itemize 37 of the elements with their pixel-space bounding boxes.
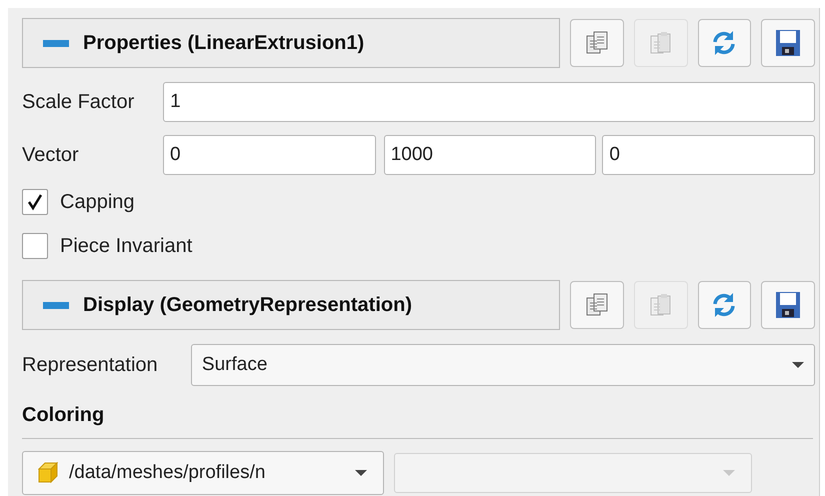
input-field[interactable]: 0	[163, 135, 376, 175]
checkbox-label: Piece Invariant	[60, 234, 192, 259]
section-title: Properties (LinearExtrusion1)	[83, 31, 364, 56]
clipboard-icon	[648, 292, 673, 318]
representation-dropdown[interactable]: Surface	[190, 344, 815, 386]
copy-icon	[584, 292, 610, 318]
caret-icon	[792, 362, 804, 368]
collapse-icon[interactable]	[43, 40, 69, 46]
reload-button[interactable]	[698, 281, 752, 329]
field-label: Representation	[22, 353, 159, 378]
checkbox[interactable]	[22, 233, 48, 259]
collapse-icon[interactable]	[43, 302, 69, 308]
field-label: Vector	[22, 143, 80, 168]
cube-icon	[35, 460, 61, 486]
array-dropdown[interactable]: /data/meshes/profiles/n	[22, 451, 384, 495]
input-field[interactable]: 0	[602, 135, 816, 175]
save-button[interactable]	[761, 281, 816, 329]
field-label: Scale Factor	[22, 90, 136, 115]
input-field[interactable]: 1	[163, 82, 815, 122]
clipboard-icon	[648, 30, 673, 56]
save-icon	[775, 29, 802, 57]
checkbox[interactable]	[22, 189, 48, 215]
section-title: Display (GeometryRepresentation)	[83, 293, 412, 318]
copy-icon	[584, 30, 610, 56]
checkbox-label: Capping	[60, 190, 135, 215]
section-header[interactable]: Display (GeometryRepresentation)	[22, 280, 560, 330]
section-header[interactable]: Properties (LinearExtrusion1)	[22, 18, 560, 68]
caret-icon	[723, 470, 735, 476]
section-heading: Coloring	[22, 403, 106, 428]
check-icon	[26, 193, 44, 211]
input-field[interactable]: 1000	[384, 135, 596, 175]
caret-icon	[355, 470, 367, 476]
reload-button[interactable]	[698, 19, 752, 67]
save-button[interactable]	[761, 19, 816, 67]
copy-button[interactable]	[570, 19, 624, 67]
copy-button[interactable]	[570, 281, 624, 329]
save-icon	[775, 291, 802, 319]
